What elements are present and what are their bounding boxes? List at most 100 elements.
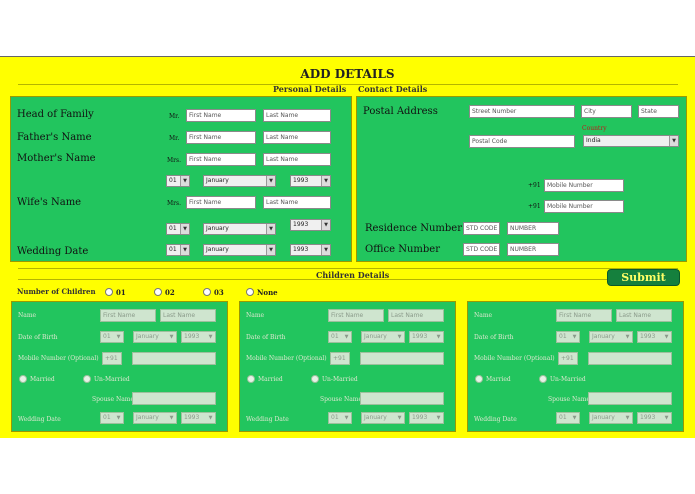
office-number-label: Office Number [365, 244, 440, 255]
residence-number-input[interactable]: NUMBER [507, 222, 559, 235]
postal-code-input[interactable]: Postal Code [469, 135, 575, 148]
head-last-name-input[interactable]: Last Name [263, 109, 331, 122]
city-input[interactable]: City [581, 105, 632, 118]
children-radio-03[interactable] [203, 288, 211, 296]
office-number-input[interactable]: NUMBER [507, 243, 559, 256]
child-first-name-input[interactable]: First Name [100, 309, 156, 322]
office-std-code-input[interactable]: STD CODE [463, 243, 500, 256]
chevron-down-icon: ▼ [180, 176, 189, 186]
child-wedding-label: Wedding Date [18, 416, 61, 423]
page-title: ADD DETAILS [300, 67, 395, 81]
child-dob-month-select[interactable]: January ▼ [361, 331, 405, 343]
chevron-down-icon: ▼ [180, 245, 189, 255]
child-wedding-year-select[interactable]: 1993 ▼ [181, 412, 216, 424]
mother-name-label: Mother's Name [17, 153, 96, 164]
child-dob-day-select[interactable]: 01 ▼ [556, 331, 580, 343]
chevron-down-icon: ▼ [208, 415, 213, 421]
mobile-number-input-1[interactable]: Mobile Number [544, 179, 624, 192]
wedding-year-select[interactable]: 1993 ▼ [290, 244, 331, 256]
child-first-name-input[interactable]: First Name [556, 309, 612, 322]
child-dob-day-select[interactable]: 01 ▼ [328, 331, 352, 343]
wife-first-name-input[interactable]: First Name [186, 196, 256, 209]
child-mobile-input[interactable] [588, 352, 672, 365]
country-select[interactable]: India ▼ [583, 135, 679, 147]
child-unmarried-radio[interactable] [83, 375, 91, 383]
child-spouse-input[interactable] [360, 392, 444, 405]
mobile-prefix-2: +91 [528, 203, 541, 210]
chevron-down-icon: ▼ [266, 224, 275, 234]
wife-last-name-input[interactable]: Last Name [263, 196, 331, 209]
head-first-name-input[interactable]: First Name [186, 109, 256, 122]
chevron-down-icon: ▼ [625, 334, 630, 340]
child-last-name-input[interactable]: Last Name [160, 309, 216, 322]
child-mobile-input[interactable] [360, 352, 444, 365]
title-divider [18, 84, 678, 85]
child-first-name-input[interactable]: First Name [328, 309, 384, 322]
child-last-name-input[interactable]: Last Name [616, 309, 672, 322]
children-radio-01[interactable] [105, 288, 113, 296]
father-first-name-input[interactable]: First Name [186, 131, 256, 144]
child-wedding-year-select[interactable]: 1993 ▼ [409, 412, 444, 424]
state-input[interactable]: State [638, 105, 679, 118]
mother-dob-month-select[interactable]: January ▼ [203, 175, 276, 187]
wife-dob-day-select[interactable]: 01 ▼ [166, 223, 190, 235]
chevron-down-icon: ▼ [266, 245, 275, 255]
child-dob-year-select[interactable]: 1993 ▼ [409, 331, 444, 343]
wife-dob-year-select[interactable]: 1993 ▼ [290, 219, 331, 231]
child-dob-year-select[interactable]: 1993 ▼ [181, 331, 216, 343]
wife-dob-month-select[interactable]: January ▼ [203, 223, 276, 235]
chevron-down-icon: ▼ [266, 176, 275, 186]
father-title: Mr. [169, 135, 180, 142]
father-last-name-input[interactable]: Last Name [263, 131, 331, 144]
child-mobile-input[interactable] [132, 352, 216, 365]
child-married-radio[interactable] [247, 375, 255, 383]
mother-first-name-input[interactable]: First Name [186, 153, 256, 166]
child-married-radio[interactable] [19, 375, 27, 383]
mother-dob-year-select[interactable]: 1993 ▼ [290, 175, 331, 187]
chevron-down-icon: ▼ [321, 176, 330, 186]
submit-button[interactable]: Submit [607, 269, 680, 286]
children-radio-none[interactable] [246, 288, 254, 296]
child-unmarried-radio[interactable] [311, 375, 319, 383]
child-married-radio[interactable] [475, 375, 483, 383]
chevron-down-icon: ▼ [397, 415, 402, 421]
chevron-down-icon: ▼ [321, 245, 330, 255]
child-spouse-input[interactable] [588, 392, 672, 405]
child-wedding-month-select[interactable]: January ▼ [589, 412, 633, 424]
child-dob-year-select[interactable]: 1993 ▼ [637, 331, 672, 343]
child-dob-day-select[interactable]: 01 ▼ [100, 331, 124, 343]
mother-last-name-input[interactable]: Last Name [263, 153, 331, 166]
child-spouse-input[interactable] [132, 392, 216, 405]
child-unmarried-radio[interactable] [539, 375, 547, 383]
child-mobile-label: Mobile Number (Optional) [474, 355, 555, 362]
child-wedding-day-select[interactable]: 01 ▼ [100, 412, 124, 424]
child-wedding-month-select[interactable]: January ▼ [133, 412, 177, 424]
children-radio-02[interactable] [154, 288, 162, 296]
child-wedding-year-select[interactable]: 1993 ▼ [637, 412, 672, 424]
residence-std-code-input[interactable]: STD CODE [463, 222, 500, 235]
child-wedding-month-select[interactable]: January ▼ [361, 412, 405, 424]
child-dob-month-select[interactable]: January ▼ [133, 331, 177, 343]
street-number-input[interactable]: Street Number [469, 105, 575, 118]
mobile-number-input-2[interactable]: Mobile Number [544, 200, 624, 213]
children-option-none: None [257, 288, 278, 297]
chevron-down-icon: ▼ [169, 334, 174, 340]
personal-details-panel: Head of Family Mr. First Name Last Name … [10, 96, 352, 262]
mother-dob-day-select[interactable]: 01 ▼ [166, 175, 190, 187]
wedding-month-select[interactable]: January ▼ [203, 244, 276, 256]
chevron-down-icon: ▼ [397, 334, 402, 340]
child-panel-3: Name First Name Last Name Date of Birth … [467, 301, 684, 432]
child-dob-month-select[interactable]: January ▼ [589, 331, 633, 343]
child-panel-1: Name First Name Last Name Date of Birth … [11, 301, 228, 432]
chevron-down-icon: ▼ [436, 415, 441, 421]
child-last-name-input[interactable]: Last Name [388, 309, 444, 322]
child-dob-label: Date of Birth [18, 334, 58, 341]
child-wedding-day-select[interactable]: 01 ▼ [328, 412, 352, 424]
contact-details-panel: Postal Address Street Number City State … [356, 96, 687, 262]
chevron-down-icon: ▼ [625, 415, 630, 421]
wedding-day-select[interactable]: 01 ▼ [166, 244, 190, 256]
contact-section-title: Contact Details [358, 84, 428, 94]
child-name-label: Name [246, 312, 265, 319]
child-mobile-prefix: +91 [102, 352, 122, 365]
child-wedding-day-select[interactable]: 01 ▼ [556, 412, 580, 424]
